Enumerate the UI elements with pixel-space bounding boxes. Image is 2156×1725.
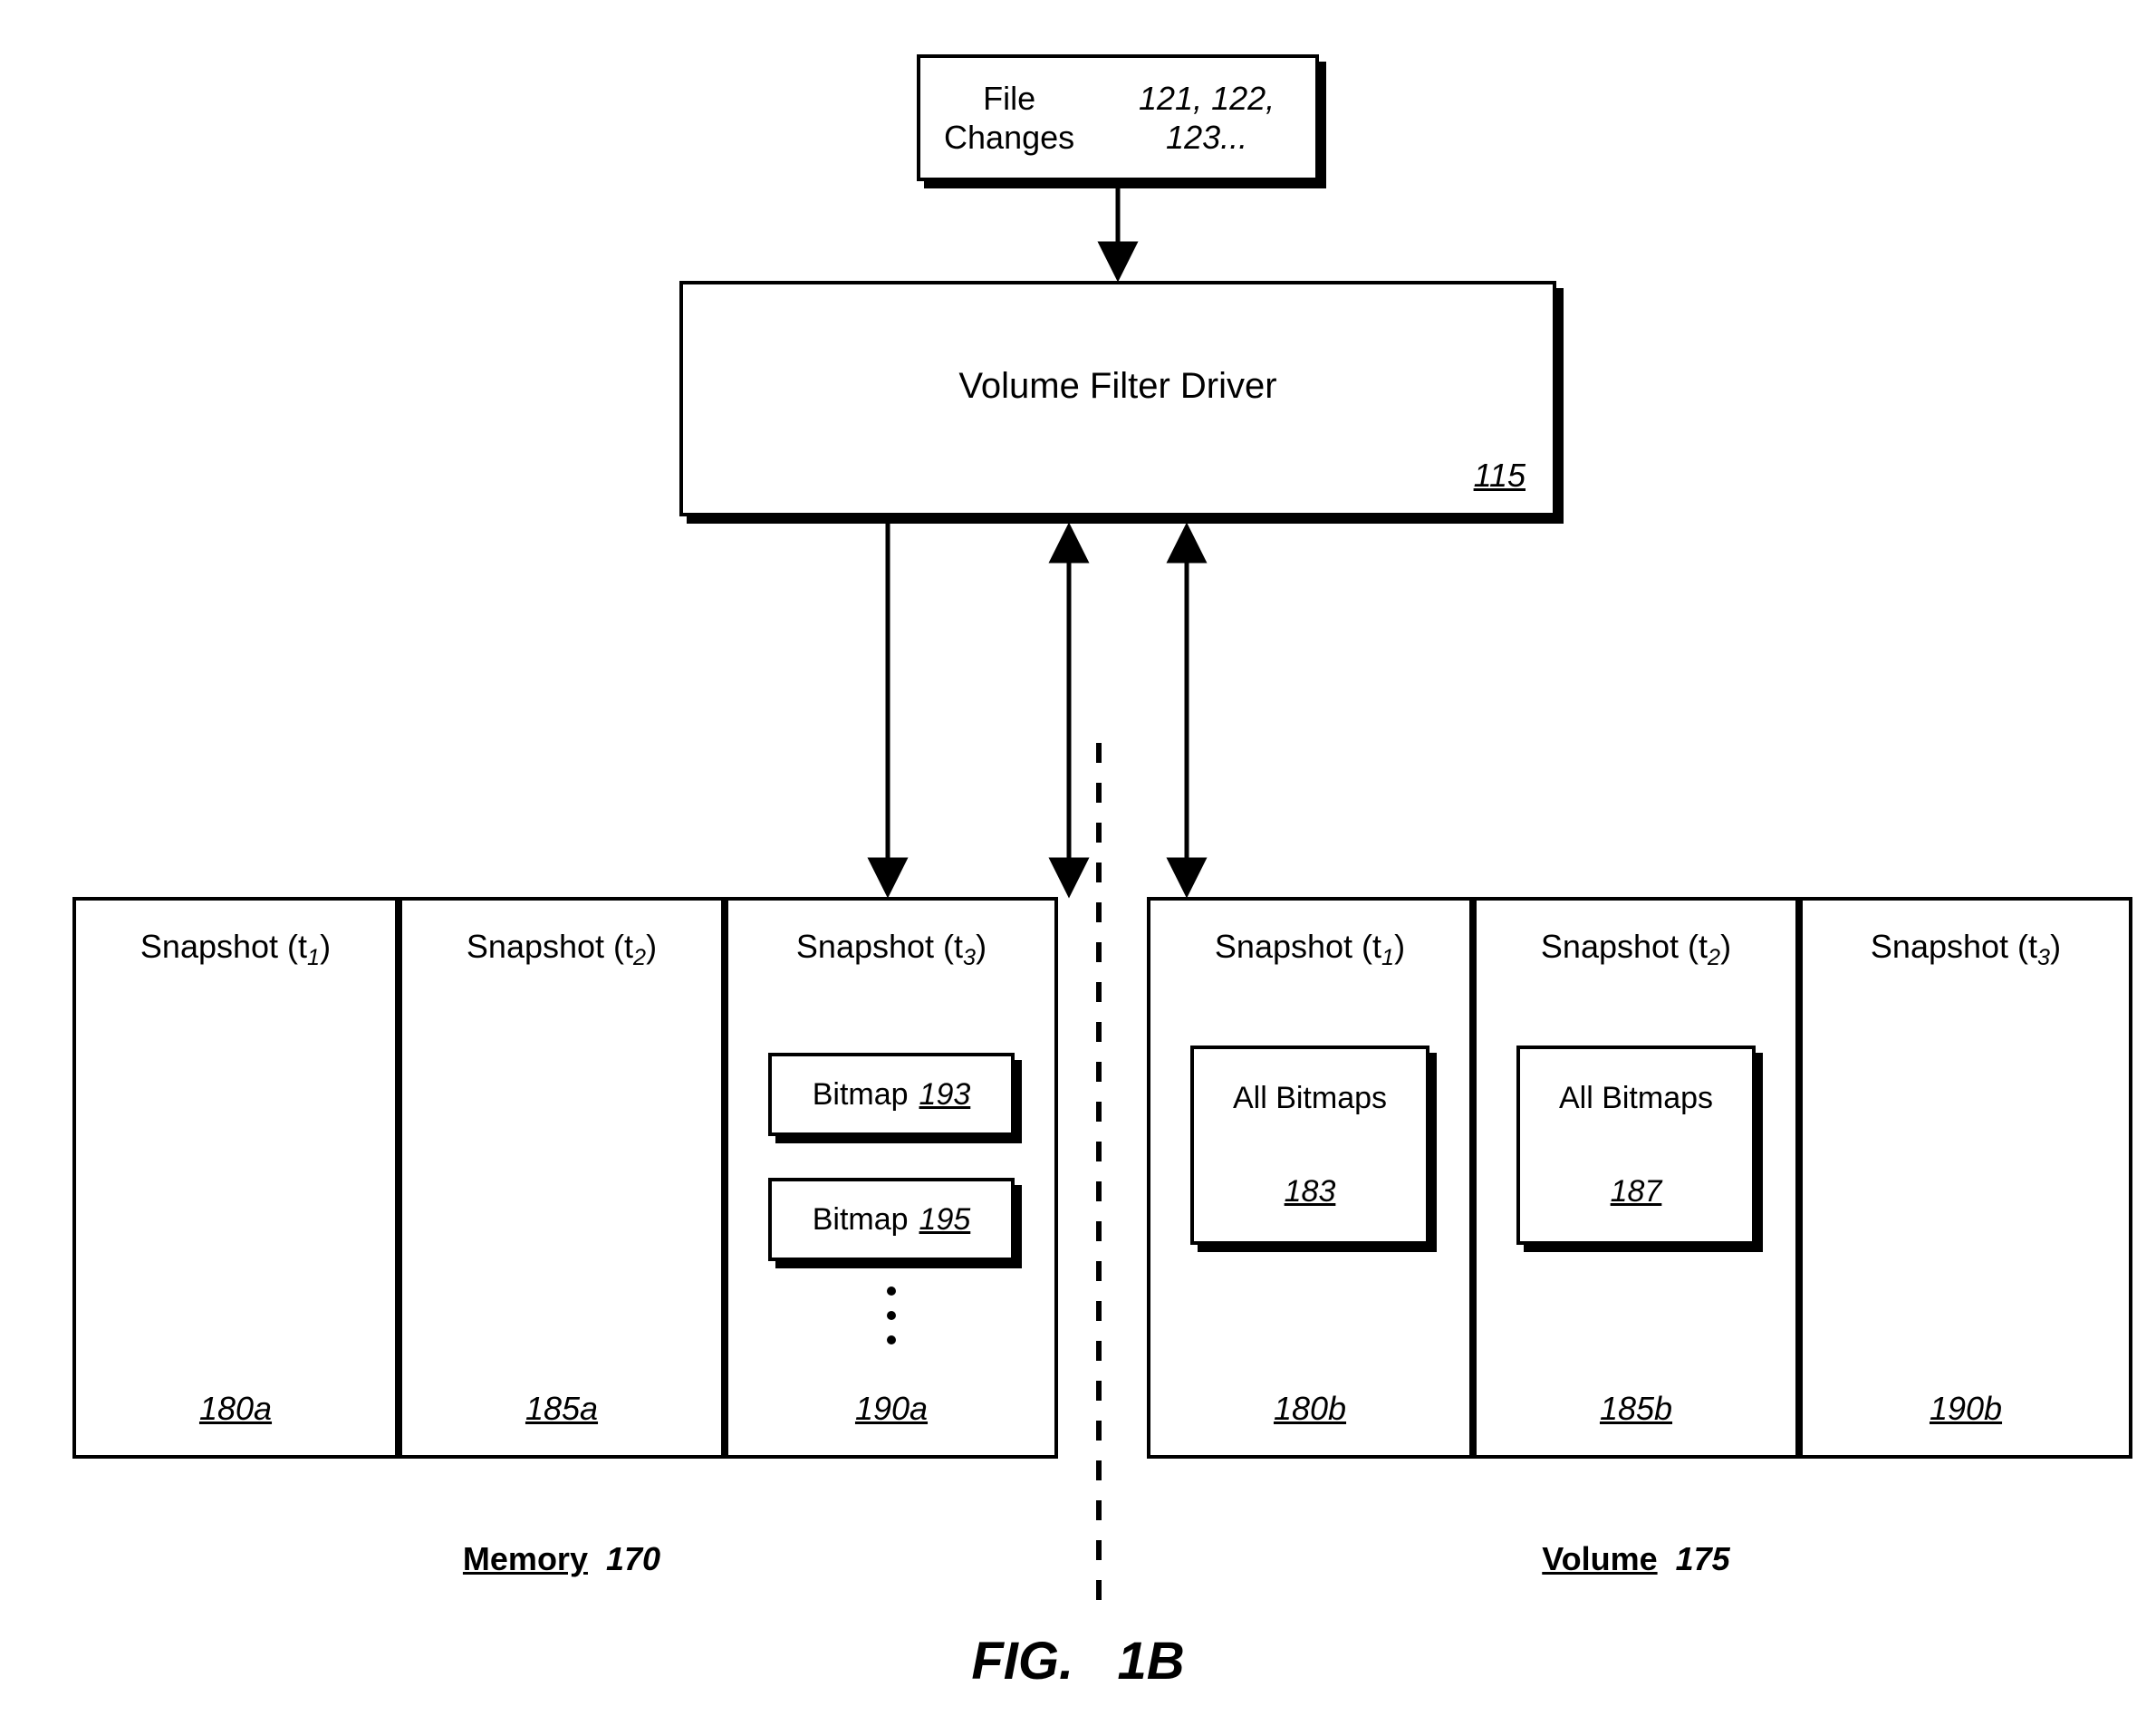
all-bitmaps-187-box: All Bitmaps 187	[1516, 1046, 1756, 1245]
figure-label: FIG. 1B	[0, 1631, 2156, 1691]
volume-snap3-ref: 190b	[1803, 1390, 2129, 1428]
volume-snap1-title: Snapshot (t1)	[1150, 928, 1469, 971]
memory-snapshot-t3: Snapshot (t3) Bitmap 193 Bitmap 195 190a	[725, 897, 1058, 1459]
bitmap-193-ref: 193	[919, 1077, 971, 1113]
file-changes-label-line1: File	[983, 80, 1035, 117]
bitmap-195-box: Bitmap 195	[768, 1178, 1015, 1261]
bitmap-195-label: Bitmap	[813, 1202, 909, 1238]
driver-ref: 115	[1474, 457, 1526, 495]
memory-snapshot-t1: Snapshot (t1) 180a	[72, 897, 399, 1459]
all-bitmaps-183-box: All Bitmaps 183	[1190, 1046, 1429, 1245]
bitmap-195-ref: 195	[919, 1202, 971, 1238]
volume-container: Snapshot (t1) All Bitmaps 183 180b Snaps…	[1147, 897, 2125, 1459]
file-changes-refs-line2: 123...	[1166, 119, 1247, 156]
volume-snap2-ref: 185b	[1477, 1390, 1795, 1428]
volume-snapshot-t3: Snapshot (t3) 190b	[1799, 897, 2132, 1459]
all-bitmaps-183-label: All Bitmaps	[1194, 1081, 1426, 1116]
volume-snapshot-t1: Snapshot (t1) All Bitmaps 183 180b	[1147, 897, 1473, 1459]
memory-snap2-title: Snapshot (t2)	[402, 928, 721, 971]
all-bitmaps-187-ref: 187	[1520, 1174, 1752, 1209]
memory-snap1-title: Snapshot (t1)	[76, 928, 395, 971]
memory-container: Snapshot (t1) 180a Snapshot (t2) 185a Sn…	[72, 897, 1051, 1459]
memory-snap3-title: Snapshot (t3)	[728, 928, 1054, 971]
volume-label: Volume 175	[1147, 1540, 2125, 1578]
driver-title: Volume Filter Driver	[683, 366, 1553, 407]
file-changes-label-line2: Changes	[944, 119, 1074, 156]
memory-snap3-ref: 190a	[728, 1390, 1054, 1428]
volume-snap1-ref: 180b	[1150, 1390, 1469, 1428]
file-changes-refs-line1: 121, 122,	[1139, 80, 1275, 117]
memory-label: Memory 170	[72, 1540, 1051, 1578]
volume-snap3-title: Snapshot (t3)	[1803, 928, 2129, 971]
volume-filter-driver-box: Volume Filter Driver 115	[679, 281, 1556, 516]
volume-snapshot-t2: Snapshot (t2) All Bitmaps 187 185b	[1473, 897, 1799, 1459]
all-bitmaps-187-label: All Bitmaps	[1520, 1081, 1752, 1116]
memory-snap1-ref: 180a	[76, 1390, 395, 1428]
memory-snapshot-t2: Snapshot (t2) 185a	[399, 897, 725, 1459]
bitmap-193-label: Bitmap	[813, 1077, 909, 1113]
all-bitmaps-183-ref: 183	[1194, 1174, 1426, 1209]
arrows-overlay	[0, 0, 2156, 1725]
memory-snap2-ref: 185a	[402, 1390, 721, 1428]
ellipsis-dots-icon	[728, 1281, 1054, 1354]
volume-snap2-title: Snapshot (t2)	[1477, 928, 1795, 971]
bitmap-193-box: Bitmap 193	[768, 1053, 1015, 1136]
file-changes-box: File Changes 121, 122, 123...	[917, 54, 1319, 181]
